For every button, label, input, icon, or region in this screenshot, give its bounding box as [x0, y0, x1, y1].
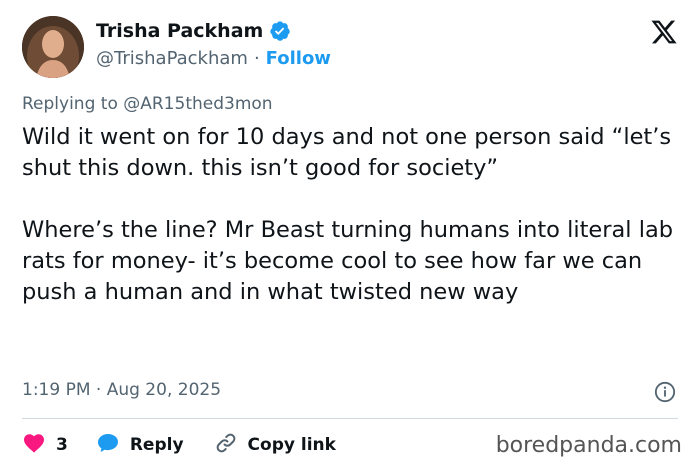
heart-icon: [22, 431, 46, 460]
replying-to[interactable]: Replying to @AR15thed3mon: [22, 94, 273, 114]
copy-link-label: Copy link: [247, 435, 336, 455]
handle-separator: ·: [253, 48, 260, 69]
tweet-text: Wild it went on for 10 days and not one …: [22, 124, 674, 305]
timestamp[interactable]: 1:19 PM · Aug 20, 2025: [22, 380, 221, 400]
reply-button[interactable]: Reply: [96, 431, 184, 460]
watermark: boredpanda.com: [495, 433, 682, 458]
reply-label: Reply: [129, 435, 184, 455]
author-name-row: Trisha Packham: [96, 20, 291, 42]
like-button[interactable]: 3: [22, 431, 68, 460]
divider: [22, 418, 678, 419]
reply-bubble-icon: [96, 431, 120, 460]
handle[interactable]: @TrishaPackham: [96, 48, 248, 69]
action-bar: 3 Reply Copy link: [22, 430, 336, 460]
verified-badge-icon: [269, 20, 291, 42]
display-name[interactable]: Trisha Packham: [96, 20, 263, 42]
avatar[interactable]: [22, 16, 84, 78]
follow-button[interactable]: Follow: [266, 48, 331, 69]
like-count: 3: [56, 435, 68, 455]
info-icon[interactable]: [654, 381, 676, 403]
link-icon: [214, 431, 238, 460]
copy-link-button[interactable]: Copy link: [214, 431, 336, 460]
x-logo-icon[interactable]: [650, 18, 678, 46]
handle-row: @TrishaPackham · Follow: [96, 48, 331, 69]
